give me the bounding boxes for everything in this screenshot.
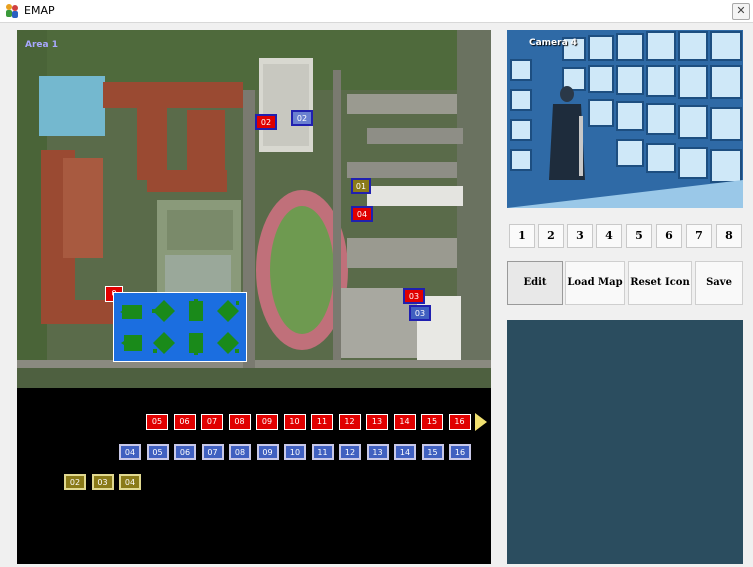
- channel-button-8[interactable]: 8: [716, 224, 742, 248]
- close-button[interactable]: ✕: [732, 3, 750, 20]
- tray-camera-red-05[interactable]: 05: [146, 414, 168, 430]
- diamond-left-icon[interactable]: [152, 299, 176, 323]
- tray-camera-blue-12[interactable]: 12: [339, 444, 361, 460]
- channel-button-5[interactable]: 5: [626, 224, 652, 248]
- tray-camera-blue-04[interactable]: 04: [119, 444, 141, 460]
- tray-camera-red-07[interactable]: 07: [201, 414, 223, 430]
- tray-camera-red-16[interactable]: 16: [448, 414, 471, 430]
- tray-camera-blue-13[interactable]: 13: [366, 444, 389, 460]
- map-camera-red-02[interactable]: 02: [255, 114, 277, 130]
- tray-camera-blue-11[interactable]: 11: [311, 444, 334, 460]
- tray-camera-blue-14[interactable]: 14: [394, 444, 416, 460]
- channel-button-4[interactable]: 4: [596, 224, 622, 248]
- icon-palette: [113, 292, 247, 362]
- channel-button-3[interactable]: 3: [567, 224, 593, 248]
- diamond-right-flipped-icon[interactable]: [216, 331, 240, 355]
- tray-camera-red-06[interactable]: 06: [173, 414, 196, 430]
- channel-button-1[interactable]: 1: [509, 224, 535, 248]
- channel-button-6[interactable]: 6: [656, 224, 682, 248]
- tray-camera-red-14[interactable]: 14: [393, 414, 416, 430]
- map-camera-red-04[interactable]: 04: [351, 206, 373, 222]
- tray-camera-blue-09[interactable]: 09: [256, 444, 279, 460]
- diamond-left-flipped-icon[interactable]: [152, 331, 176, 355]
- map-camera-blue-02[interactable]: 02: [291, 110, 313, 126]
- edit-button[interactable]: Edit: [507, 261, 563, 305]
- tray-camera-yellow-02[interactable]: 02: [64, 474, 86, 490]
- tray-camera-red-13[interactable]: 13: [366, 414, 388, 430]
- channel-button-7[interactable]: 7: [686, 224, 712, 248]
- area-label: Area 1: [25, 40, 58, 50]
- tray-camera-red-11[interactable]: 11: [311, 414, 333, 430]
- info-panel: [507, 320, 743, 564]
- tray-camera-red-09[interactable]: 09: [256, 414, 278, 430]
- rect-vertical-icon[interactable]: [184, 299, 208, 323]
- rect-vertical-flipped-icon[interactable]: [184, 331, 208, 355]
- tray-camera-yellow-03[interactable]: 03: [91, 474, 114, 490]
- tray-camera-red-12[interactable]: 12: [338, 414, 361, 430]
- title-bar: EMAP ✕: [0, 0, 753, 23]
- diamond-right-icon[interactable]: [216, 299, 240, 323]
- camera-label: Camera 4: [529, 38, 578, 48]
- tray-camera-red-15[interactable]: 15: [421, 414, 443, 430]
- camera-preview: Camera 4: [507, 30, 743, 208]
- tray-camera-red-10[interactable]: 10: [283, 414, 306, 430]
- rect-left-icon[interactable]: [120, 299, 144, 323]
- map-camera-blue-03[interactable]: 03: [409, 305, 431, 321]
- map-camera-red-03[interactable]: 03: [403, 288, 425, 304]
- people-icon: [6, 4, 18, 18]
- tray-camera-blue-10[interactable]: 10: [284, 444, 306, 460]
- load-map-button[interactable]: Load Map: [565, 261, 625, 305]
- save-button[interactable]: Save: [695, 261, 743, 305]
- tray-scroll-right-icon[interactable]: [475, 413, 487, 431]
- tray-camera-blue-05[interactable]: 05: [146, 444, 169, 460]
- camera-preview-image: [507, 30, 743, 208]
- tray-camera-blue-15[interactable]: 15: [421, 444, 444, 460]
- rect-left-flipped-icon[interactable]: [120, 331, 144, 355]
- channel-button-2[interactable]: 2: [538, 224, 564, 248]
- tray-camera-blue-08[interactable]: 08: [229, 444, 251, 460]
- window-title: EMAP: [24, 4, 55, 17]
- tray-camera-blue-16[interactable]: 16: [449, 444, 471, 460]
- tray-camera-blue-07[interactable]: 07: [201, 444, 224, 460]
- aerial-map-image: [17, 30, 491, 388]
- tray-camera-blue-06[interactable]: 06: [174, 444, 196, 460]
- reset-icon-button[interactable]: Reset Icon: [628, 261, 692, 305]
- tray-camera-yellow-04[interactable]: 04: [119, 474, 141, 490]
- map-camera-yellow-01[interactable]: 01: [351, 178, 371, 194]
- tray-camera-red-08[interactable]: 08: [228, 414, 251, 430]
- map-panel[interactable]: Area 1 02 02 01 04 03 03 0 0506070809101…: [17, 30, 491, 564]
